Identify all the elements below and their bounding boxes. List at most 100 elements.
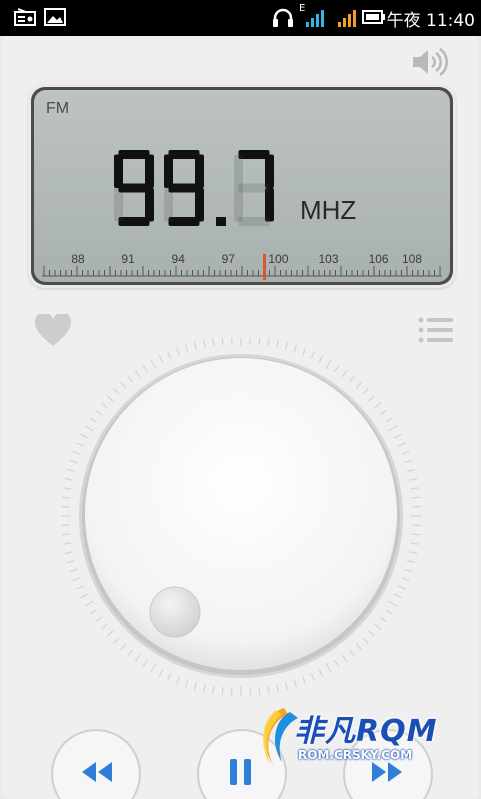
dial-tick — [193, 341, 198, 351]
dial-tick — [387, 600, 398, 607]
dial-tick — [202, 684, 206, 693]
dial-tick — [113, 637, 120, 644]
scale-label: 94 — [172, 252, 186, 266]
dial-tick — [341, 370, 348, 378]
dial-tick — [393, 593, 402, 599]
dial-tick — [410, 487, 419, 490]
dial-tick — [348, 649, 355, 657]
dial-tick — [120, 643, 127, 651]
dial-tick — [384, 609, 393, 615]
dial-tick — [379, 409, 387, 416]
dial-tick — [368, 630, 376, 637]
digit-segment — [118, 217, 150, 226]
station-list-icon[interactable] — [417, 316, 455, 346]
dial-tick — [293, 344, 298, 353]
dial-tick — [267, 685, 270, 694]
scale-label: 91 — [121, 252, 135, 266]
dial-tick — [302, 676, 307, 685]
dial-tick — [276, 339, 280, 348]
previous-station-button[interactable] — [50, 728, 142, 799]
dial-tick — [362, 637, 369, 644]
dial-tick — [267, 338, 270, 347]
digit-segment — [118, 183, 150, 193]
dial-tick — [127, 375, 134, 383]
dial-tick — [69, 568, 78, 573]
dial-tick — [334, 659, 340, 668]
dial-tick — [325, 359, 332, 370]
dial-tick — [184, 679, 189, 688]
dial-tick — [221, 338, 224, 346]
dial-tick — [212, 685, 215, 694]
dial-grip-dimple[interactable] — [149, 586, 201, 638]
dial-tick — [66, 559, 76, 564]
dial-tick — [374, 402, 382, 409]
dial-tick — [150, 359, 157, 370]
dial-tick — [84, 600, 95, 607]
digit-segment — [265, 154, 274, 188]
digit-segment — [234, 188, 243, 222]
dial-tick — [80, 593, 89, 599]
dial-tick — [80, 433, 89, 439]
dial-tick — [293, 679, 298, 688]
dial-tick — [134, 370, 141, 378]
tuning-dial[interactable] — [60, 338, 422, 700]
digit-segment — [195, 154, 204, 188]
dial-tick — [175, 347, 180, 356]
dial-tick — [401, 450, 410, 455]
dial-tick — [212, 338, 215, 347]
dial-tick — [167, 351, 172, 360]
signal-sim1-icon — [306, 10, 324, 27]
dial-tick — [355, 643, 362, 651]
dial-tick — [258, 338, 261, 346]
speaker-icon[interactable] — [410, 46, 448, 78]
dial-tick — [142, 364, 148, 373]
status-bar: E 午夜 11:40 — [0, 0, 481, 36]
dial-tick — [95, 409, 103, 416]
scale-label: 103 — [318, 252, 338, 266]
frequency-unit: MHZ — [300, 195, 357, 225]
tuning-needle — [263, 254, 266, 280]
dial-tick — [142, 659, 148, 668]
scale-label: 100 — [268, 252, 288, 266]
band-label: FM — [46, 100, 70, 117]
dial-tick — [89, 609, 98, 615]
dial-tick — [184, 344, 189, 353]
watermark-logo: 非凡RQM ROM.CRSKY.COM — [254, 704, 464, 772]
dial-tick — [63, 487, 72, 490]
digit-segment — [164, 188, 173, 222]
dial-tick — [406, 468, 416, 473]
dial-tick — [374, 623, 382, 630]
dial-tick — [258, 686, 261, 696]
scale-label: 108 — [402, 252, 422, 266]
dial-tick — [69, 459, 78, 464]
digit-segment — [168, 150, 200, 159]
dial-tick — [409, 477, 418, 481]
scale-label: 97 — [222, 252, 236, 266]
dial-tick — [310, 672, 315, 681]
battery-icon — [362, 10, 385, 24]
dial-tick — [410, 542, 419, 545]
dial-tick — [100, 623, 108, 630]
dial-tick — [318, 668, 324, 677]
dial-knob[interactable] — [85, 358, 397, 670]
dial-tick — [387, 425, 398, 432]
dial-tick — [66, 468, 76, 473]
digit-segment — [145, 188, 154, 222]
dial-tick — [158, 355, 164, 364]
dial-tick — [202, 339, 206, 348]
digit-segment — [168, 183, 200, 193]
scale-label: 106 — [369, 252, 389, 266]
digit-segment — [195, 188, 204, 222]
dial-tick — [384, 417, 393, 423]
dial-tick — [302, 347, 307, 356]
pause-icon — [230, 759, 237, 785]
dial-tick — [334, 364, 340, 373]
dial-tick — [393, 433, 402, 439]
frequency-value — [114, 150, 274, 226]
dial-tick — [127, 649, 134, 657]
digit-segment — [238, 183, 270, 193]
dial-tick — [310, 351, 315, 360]
dial-tick — [61, 496, 71, 499]
digit-segment — [168, 217, 200, 226]
lcd-screen: FM MHZ 88 91 94 97 100 103 106 108 — [34, 90, 450, 282]
